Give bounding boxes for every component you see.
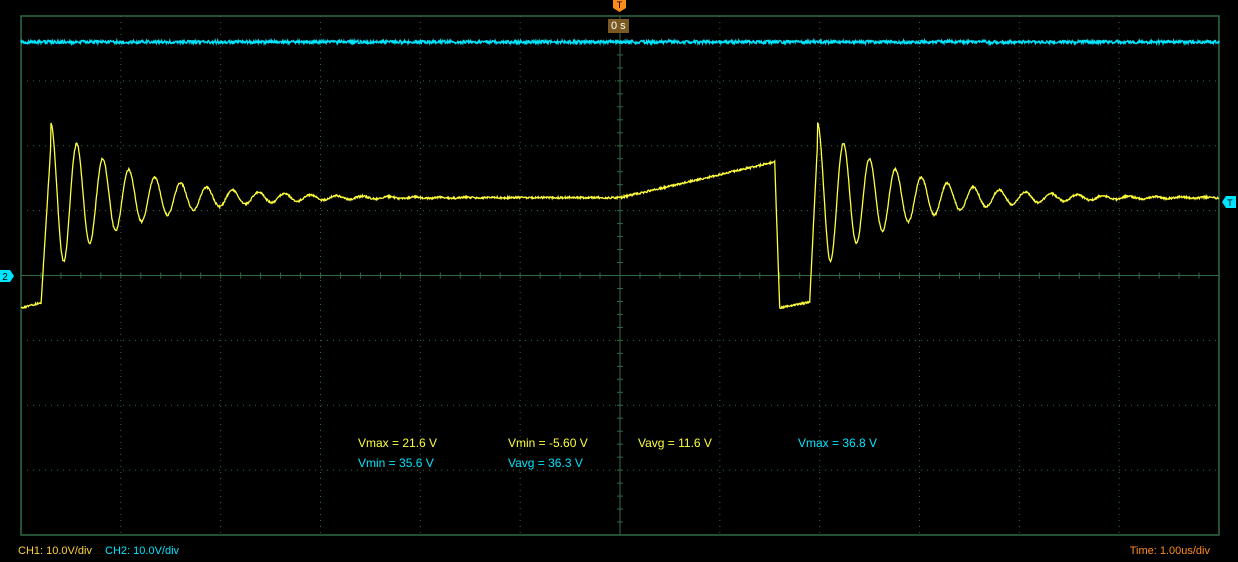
trigger-marker-label: T — [617, 0, 623, 10]
ch2-scale: CH2: 10.0V/div — [105, 545, 179, 557]
trigger-level-marker: T — [1222, 196, 1236, 208]
timebase-status: Time: 1.00us/div — [1130, 545, 1210, 557]
ch2-vmax: Vmax = 36.8 V — [798, 436, 877, 450]
ch2-vavg: Vavg = 36.3 V — [508, 456, 583, 470]
grid — [21, 16, 1219, 535]
channel-2-marker-label: 2 — [2, 272, 8, 282]
ch2-vmin: Vmin = 35.6 V — [358, 456, 434, 470]
ch1-vmax: Vmax = 21.6 V — [358, 436, 437, 450]
ch2-trace — [21, 40, 1219, 43]
ch1-scale: CH1: 10.0V/div — [18, 545, 92, 557]
ch1-vavg: Vavg = 11.6 V — [638, 436, 712, 450]
ch1-vmin: Vmin = -5.60 V — [508, 436, 588, 450]
channel-2-marker: 2 — [0, 270, 14, 282]
trigger-time-readout: 0 s — [608, 19, 629, 33]
scope-screen — [0, 0, 1238, 562]
trigger-position-marker: T — [613, 0, 626, 12]
channel-scale-status: CH1: 10.0V/div CH2: 10.0V/div — [18, 545, 179, 557]
trigger-level-label: T — [1227, 198, 1233, 208]
